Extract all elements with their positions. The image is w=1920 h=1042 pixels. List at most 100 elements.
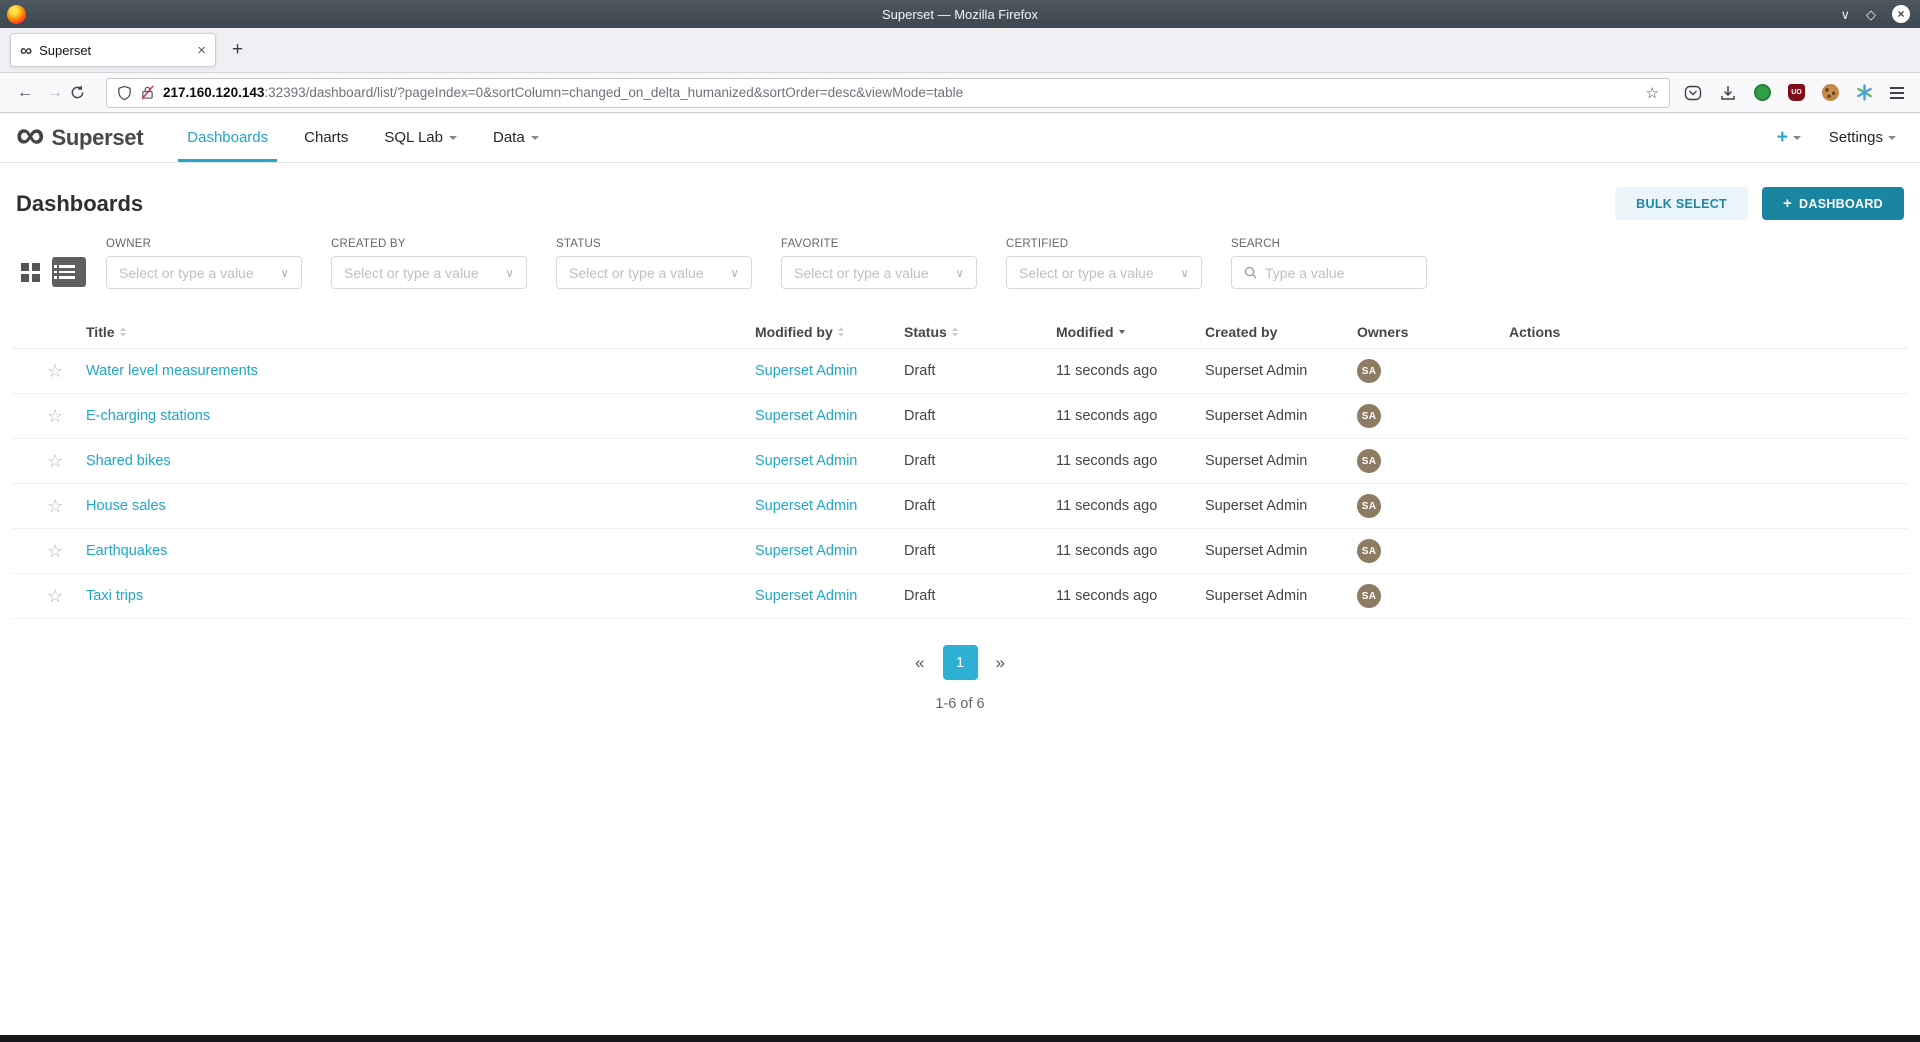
menu-icon[interactable] — [1890, 87, 1904, 99]
created-by-cell: Superset Admin — [1205, 363, 1357, 379]
column-header-created-by: Created by — [1205, 324, 1357, 340]
bulk-select-button[interactable]: BULK SELECT — [1615, 187, 1748, 220]
modified-by-link[interactable]: Superset Admin — [755, 498, 857, 514]
status-cell: Draft — [904, 408, 1056, 424]
column-header-title[interactable]: Title — [86, 324, 755, 340]
back-icon[interactable]: ← — [10, 84, 40, 102]
owner-avatar[interactable]: SA — [1357, 359, 1381, 383]
column-header-status[interactable]: Status — [904, 324, 1056, 340]
new-tab-button[interactable]: + — [232, 39, 243, 61]
nav-item-dashboards[interactable]: Dashboards — [178, 113, 277, 162]
extension-privacy-icon[interactable] — [1754, 84, 1771, 101]
card-view-icon[interactable] — [16, 258, 44, 286]
filter-bar: OWNER Select or type a value ∨ CREATED B… — [0, 236, 1920, 301]
ublock-origin-icon[interactable]: UO — [1788, 84, 1805, 101]
owner-avatar[interactable]: SA — [1357, 494, 1381, 518]
owner-select[interactable]: Select or type a value ∨ — [106, 256, 302, 289]
created-by-select[interactable]: Select or type a value ∨ — [331, 256, 527, 289]
cookie-extension-icon[interactable] — [1822, 84, 1839, 101]
bookmark-star-icon[interactable]: ☆ — [1646, 84, 1659, 102]
close-icon[interactable]: × — [1892, 5, 1910, 23]
sort-desc-icon — [1119, 330, 1125, 334]
table-header-row: Title Modified by Status Modified Create… — [12, 315, 1908, 349]
list-view-icon[interactable] — [52, 257, 86, 287]
created-by-cell: Superset Admin — [1205, 498, 1357, 514]
next-page-button[interactable]: » — [990, 653, 1011, 673]
table-row: ☆ Taxi trips Superset Admin Draft 11 sec… — [12, 574, 1908, 619]
nav-item-label: Data — [493, 129, 525, 146]
owner-avatar[interactable]: SA — [1357, 404, 1381, 428]
insecure-lock-icon[interactable] — [141, 85, 154, 100]
filter-label: CERTIFIED — [1006, 238, 1202, 250]
favorite-star-icon[interactable]: ☆ — [47, 451, 63, 471]
modified-by-link[interactable]: Superset Admin — [755, 543, 857, 559]
sort-icon — [838, 327, 844, 337]
add-dashboard-label: DASHBOARD — [1799, 197, 1883, 211]
extension-asterisk-icon[interactable] — [1856, 84, 1873, 101]
modified-cell: 11 seconds ago — [1056, 543, 1205, 559]
favorite-star-icon[interactable]: ☆ — [47, 586, 63, 606]
nav-item-label: SQL Lab — [384, 129, 443, 146]
filter-label: SEARCH — [1231, 238, 1427, 250]
select-placeholder: Select or type a value — [569, 265, 704, 281]
status-select[interactable]: Select or type a value ∨ — [556, 256, 752, 289]
sort-icon — [952, 327, 958, 337]
browser-tab[interactable]: ∞ Superset × — [10, 33, 216, 67]
reload-icon[interactable] — [70, 85, 100, 100]
created-by-cell: Superset Admin — [1205, 408, 1357, 424]
chevron-down-icon: ∨ — [280, 266, 289, 280]
chevron-down-icon: ∨ — [505, 266, 514, 280]
modified-by-link[interactable]: Superset Admin — [755, 453, 857, 469]
filter-certified: CERTIFIED Select or type a value ∨ — [1006, 238, 1202, 289]
modified-by-link[interactable]: Superset Admin — [755, 588, 857, 604]
dashboard-title-link[interactable]: E-charging stations — [86, 408, 210, 424]
new-item-menu[interactable]: + — [1777, 127, 1801, 149]
url-path: :32393/dashboard/list/?pageIndex=0&sortC… — [264, 85, 963, 100]
chevron-down-icon — [531, 136, 539, 140]
column-header-modified[interactable]: Modified — [1056, 324, 1205, 340]
add-dashboard-button[interactable]: + DASHBOARD — [1762, 187, 1904, 220]
superset-brand[interactable]: ∞ Superset — [16, 113, 143, 162]
owner-avatar[interactable]: SA — [1357, 584, 1381, 608]
modified-by-link[interactable]: Superset Admin — [755, 408, 857, 424]
nav-item-sql-lab[interactable]: SQL Lab — [375, 113, 466, 162]
owner-avatar[interactable]: SA — [1357, 539, 1381, 563]
status-cell: Draft — [904, 588, 1056, 604]
modified-cell: 11 seconds ago — [1056, 453, 1205, 469]
dashboard-title-link[interactable]: Earthquakes — [86, 543, 167, 559]
dashboard-title-link[interactable]: House sales — [86, 498, 166, 514]
prev-page-button[interactable]: « — [909, 653, 930, 673]
search-input[interactable] — [1265, 265, 1405, 281]
url-text[interactable]: 217.160.120.143:32393/dashboard/list/?pa… — [163, 85, 1637, 100]
table-row: ☆ Water level measurements Superset Admi… — [12, 349, 1908, 394]
downloads-icon[interactable] — [1719, 84, 1737, 102]
dashboard-title-link[interactable]: Water level measurements — [86, 363, 258, 379]
created-by-cell: Superset Admin — [1205, 588, 1357, 604]
forward-icon: → — [40, 84, 70, 102]
chevron-down-icon: ∨ — [955, 266, 964, 280]
dashboard-title-link[interactable]: Shared bikes — [86, 453, 171, 469]
dashboard-title-link[interactable]: Taxi trips — [86, 588, 143, 604]
favorite-star-icon[interactable]: ☆ — [47, 361, 63, 381]
browser-tab-bar: ∞ Superset × + — [0, 28, 1920, 73]
page-1-button[interactable]: 1 — [943, 645, 978, 680]
chevron-down-icon: ∨ — [730, 266, 739, 280]
favorite-select[interactable]: Select or type a value ∨ — [781, 256, 977, 289]
pocket-icon[interactable] — [1684, 84, 1702, 102]
tab-close-icon[interactable]: × — [197, 42, 206, 59]
nav-item-data[interactable]: Data — [484, 113, 548, 162]
url-bar[interactable]: 217.160.120.143:32393/dashboard/list/?pa… — [106, 78, 1670, 108]
column-header-modified-by[interactable]: Modified by — [755, 324, 904, 340]
page-header: Dashboards BULK SELECT + DASHBOARD — [0, 163, 1920, 236]
favorite-star-icon[interactable]: ☆ — [47, 496, 63, 516]
favorite-star-icon[interactable]: ☆ — [47, 541, 63, 561]
modified-by-link[interactable]: Superset Admin — [755, 363, 857, 379]
certified-select[interactable]: Select or type a value ∨ — [1006, 256, 1202, 289]
maximize-icon[interactable]: ◇ — [1866, 8, 1876, 21]
settings-menu[interactable]: Settings — [1829, 129, 1896, 146]
minimize-icon[interactable]: ∨ — [1840, 8, 1850, 21]
nav-item-charts[interactable]: Charts — [295, 113, 357, 162]
favorite-star-icon[interactable]: ☆ — [47, 406, 63, 426]
owner-avatar[interactable]: SA — [1357, 449, 1381, 473]
shield-icon[interactable] — [117, 85, 132, 101]
